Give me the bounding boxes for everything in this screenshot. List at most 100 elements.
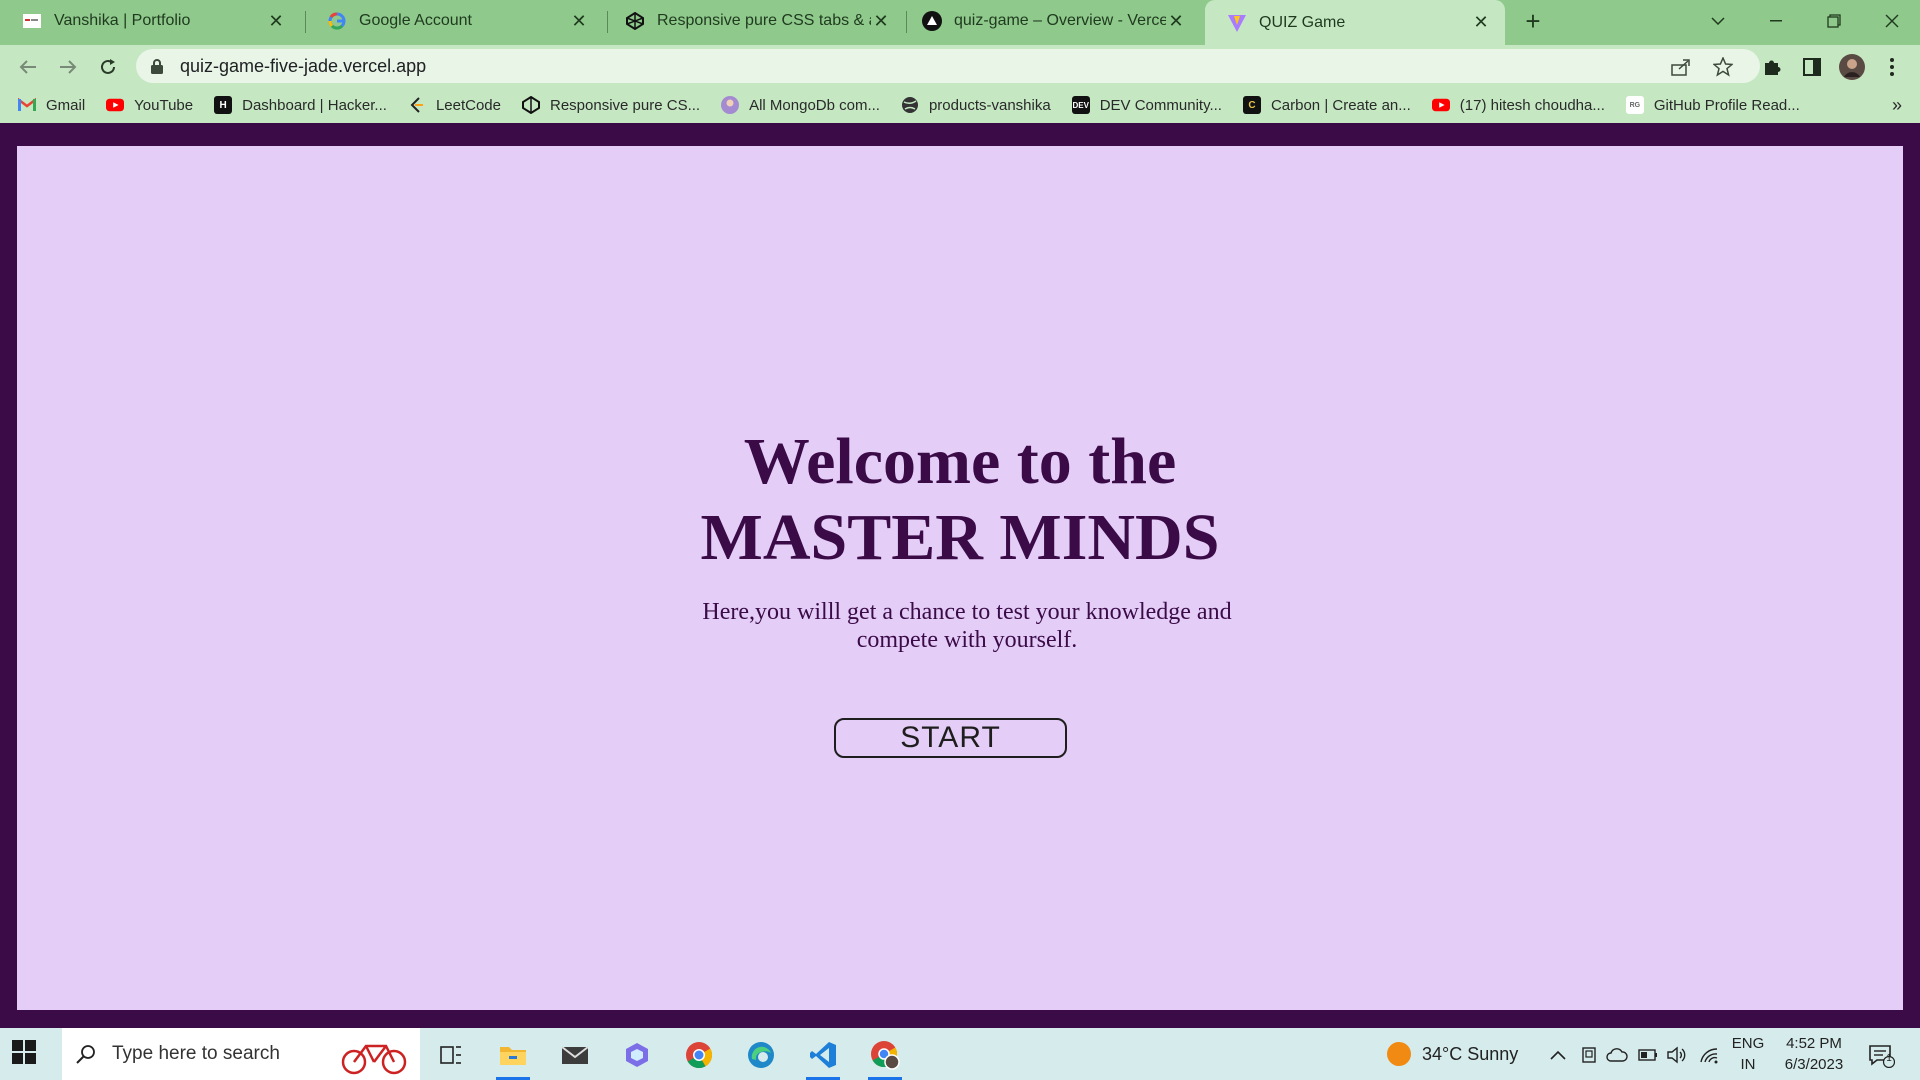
bookmark-mongodb[interactable]: All MongoDb com... (721, 96, 880, 114)
carbon-icon: C (1242, 96, 1261, 114)
bookmark-products[interactable]: products-vanshika (901, 96, 1051, 114)
tab-portfolio[interactable]: Vanshika | Portfolio ✕ (0, 0, 300, 42)
gmail-icon (18, 96, 36, 114)
url-text: quiz-game-five-jade.vercel.app (180, 55, 427, 76)
youtube-icon (106, 96, 125, 114)
notification-count: 1 (1886, 1053, 1892, 1064)
tab-google-account[interactable]: Google Account ✕ (305, 0, 603, 42)
tab-title: Google Account (359, 12, 472, 29)
bookmark-carbon[interactable]: C Carbon | Create an... (1242, 96, 1411, 114)
chrome-icon[interactable] (674, 1034, 724, 1076)
close-tab-icon[interactable]: ✕ (569, 11, 589, 31)
meet-now-icon[interactable] (1578, 1044, 1600, 1066)
back-button[interactable] (12, 51, 44, 83)
quiz-page: Welcome to the MASTER MINDS Here,you wil… (17, 146, 1903, 1010)
bookmark-label: Dashboard | Hacker... (242, 96, 387, 114)
bicycle-icon (341, 1044, 407, 1075)
hackerrank-icon: H (214, 96, 233, 114)
taskbar-search[interactable]: Type here to search (62, 1028, 420, 1080)
bookmarks-overflow-icon[interactable]: » (1892, 95, 1902, 116)
start-button[interactable]: START (834, 718, 1067, 758)
lang-region: IN (1740, 1056, 1756, 1073)
bookmark-youtube[interactable]: YouTube (106, 96, 193, 114)
side-panel-icon[interactable] (1798, 53, 1826, 81)
bookmark-hitesh[interactable]: (17) hitesh choudha... (1431, 96, 1605, 114)
clock-date: 6/3/2023 (1784, 1056, 1844, 1073)
bookmark-label: (17) hitesh choudha... (1459, 96, 1605, 114)
close-tab-icon[interactable]: ✕ (266, 11, 286, 31)
bookmark-label: LeetCode (435, 96, 501, 114)
onedrive-cloud-icon[interactable] (1606, 1044, 1628, 1066)
heading-welcome: Welcome to the (743, 425, 1177, 498)
close-tab-icon[interactable]: ✕ (1166, 11, 1186, 31)
tab-title: Responsive pure CSS tabs & acc (657, 12, 871, 29)
close-window-button[interactable] (1868, 0, 1916, 42)
lock-icon (151, 59, 163, 74)
windows-taskbar: Type here to search 34°C Sunny ENG IN 4:… (0, 1028, 1920, 1080)
google-g-favicon (327, 11, 347, 31)
bookmark-dev[interactable]: DEV DEV Community... (1071, 96, 1222, 114)
tab-search-chevron-icon[interactable] (1694, 0, 1742, 42)
bookmark-codepen[interactable]: Responsive pure CS... (522, 96, 700, 114)
vscode-icon[interactable] (798, 1034, 848, 1080)
copilot-icon[interactable] (612, 1034, 662, 1076)
tab-title: quiz-game – Overview - Vercel (954, 12, 1166, 29)
weather-widget[interactable]: 34°C Sunny (1386, 1028, 1518, 1080)
language-indicator[interactable]: ENG IN (1730, 1033, 1766, 1075)
bookmark-label: All MongoDb com... (749, 96, 880, 114)
close-tab-icon[interactable]: ✕ (1471, 12, 1491, 33)
profile-avatar[interactable] (1838, 53, 1866, 81)
browser-toolbar: quiz-game-five-jade.vercel.app (0, 45, 1920, 87)
avatar-icon (721, 96, 740, 114)
bookmark-github-readme[interactable]: RG GitHub Profile Read... (1625, 96, 1800, 114)
close-tab-icon[interactable]: ✕ (871, 11, 891, 31)
mail-icon[interactable] (550, 1034, 600, 1076)
restore-button[interactable] (1810, 0, 1858, 42)
globe-icon (901, 96, 919, 114)
tab-title: Vanshika | Portfolio (54, 12, 191, 29)
bookmark-label: GitHub Profile Read... (1653, 96, 1800, 114)
tab-title: QUIZ Game (1259, 13, 1346, 31)
task-view-icon[interactable] (426, 1034, 476, 1076)
tab-quiz-game[interactable]: QUIZ Game ✕ (1205, 0, 1505, 45)
clock[interactable]: 4:52 PM 6/3/2023 (1774, 1033, 1854, 1075)
search-icon (76, 1045, 95, 1064)
bookmark-label: Carbon | Create an... (1270, 96, 1411, 114)
bookmark-gmail[interactable]: Gmail (18, 96, 85, 114)
file-explorer-icon[interactable] (488, 1034, 538, 1080)
bookmark-hackerrank[interactable]: H Dashboard | Hacker... (214, 96, 387, 114)
edge-icon[interactable] (736, 1034, 786, 1076)
subtitle: Here,you willl get a chance to test your… (702, 599, 1232, 653)
bookmark-star-icon[interactable] (1710, 54, 1736, 80)
dev-icon: DEV (1071, 96, 1090, 114)
weather-text: 34°C Sunny (1422, 1043, 1519, 1064)
bookmark-label: products-vanshika (928, 96, 1051, 114)
minimize-button[interactable] (1752, 0, 1800, 42)
volume-icon[interactable] (1666, 1044, 1688, 1066)
clock-time: 4:52 PM (1786, 1035, 1842, 1052)
bookmark-label: YouTube (134, 96, 194, 114)
forward-button[interactable] (52, 51, 84, 83)
share-icon[interactable] (1668, 54, 1694, 80)
codepen-favicon (625, 11, 645, 31)
battery-icon[interactable] (1637, 1044, 1659, 1066)
wifi-icon[interactable] (1698, 1044, 1720, 1066)
reload-button[interactable] (92, 51, 124, 83)
tab-vercel[interactable]: quiz-game – Overview - Vercel ✕ (900, 0, 1200, 42)
github-readme-icon: RG (1625, 96, 1644, 114)
new-tab-button[interactable]: + (1518, 6, 1548, 36)
heading-master-minds: MASTER MINDS (700, 501, 1220, 574)
address-bar[interactable]: quiz-game-five-jade.vercel.app (136, 49, 1760, 83)
chrome-menu-icon[interactable] (1878, 53, 1906, 81)
extensions-puzzle-icon[interactable] (1758, 53, 1786, 81)
notification-center-icon[interactable]: 1 (1868, 1042, 1896, 1070)
tab-codepen[interactable]: Responsive pure CSS tabs & acc ✕ (603, 0, 905, 42)
lang-code: ENG (1731, 1035, 1765, 1052)
vercel-favicon (922, 11, 942, 31)
bookmark-label: Responsive pure CS... (550, 96, 701, 114)
bookmark-leetcode[interactable]: LeetCode (408, 96, 501, 114)
windows-start-icon[interactable] (12, 1040, 40, 1068)
chrome-profile-icon[interactable] (860, 1034, 910, 1080)
show-hidden-icons-chevron-icon[interactable] (1547, 1044, 1569, 1066)
leetcode-icon (408, 96, 426, 114)
